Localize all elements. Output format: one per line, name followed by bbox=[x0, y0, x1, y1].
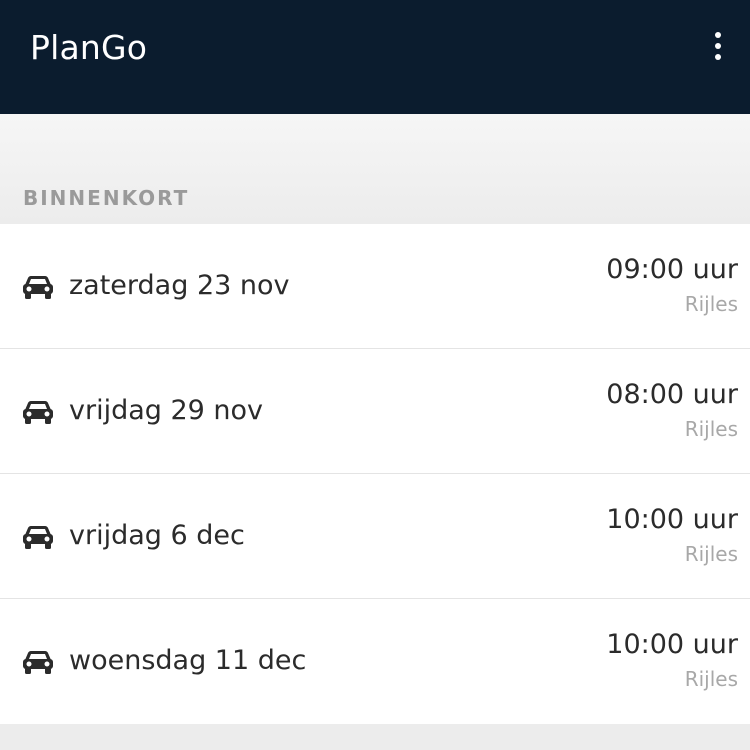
appointment-date: vrijdag 6 dec bbox=[69, 520, 245, 551]
appointment-row[interactable]: vrijdag 29 nov 08:00 uur Rijles bbox=[0, 349, 750, 474]
appointment-date: zaterdag 23 nov bbox=[69, 270, 290, 301]
bottom-spacer bbox=[0, 724, 750, 750]
appointment-type: Rijles bbox=[684, 292, 738, 316]
more-options-button[interactable] bbox=[704, 26, 732, 66]
appointment-type: Rijles bbox=[684, 542, 738, 566]
more-vertical-icon bbox=[715, 43, 721, 49]
appointment-time: 10:00 uur bbox=[606, 629, 738, 660]
app-title: PlanGo bbox=[30, 28, 148, 67]
car-icon bbox=[23, 401, 53, 424]
car-icon bbox=[23, 276, 53, 299]
appointment-date: woensdag 11 dec bbox=[69, 645, 307, 676]
car-icon bbox=[23, 526, 53, 549]
appointment-time: 09:00 uur bbox=[606, 254, 738, 285]
appointment-time: 10:00 uur bbox=[606, 504, 738, 535]
appointment-date: vrijdag 29 nov bbox=[69, 395, 264, 426]
section-label: BINNENKORT bbox=[23, 186, 190, 210]
appointment-row[interactable]: vrijdag 6 dec 10:00 uur Rijles bbox=[0, 474, 750, 599]
appointment-type: Rijles bbox=[684, 667, 738, 691]
appointment-row[interactable]: zaterdag 23 nov 09:00 uur Rijles bbox=[0, 224, 750, 349]
more-vertical-icon bbox=[715, 32, 721, 38]
more-vertical-icon bbox=[715, 54, 721, 60]
appointment-row[interactable]: woensdag 11 dec 10:00 uur Rijles bbox=[0, 599, 750, 724]
appointment-type: Rijles bbox=[684, 417, 738, 441]
car-icon bbox=[23, 651, 53, 674]
appointment-list: zaterdag 23 nov 09:00 uur Rijles vrijdag… bbox=[0, 224, 750, 724]
app-screen: PlanGo BINNENKORT zaterdag 23 nov 09:00 … bbox=[0, 0, 750, 750]
appointment-time: 08:00 uur bbox=[606, 379, 738, 410]
